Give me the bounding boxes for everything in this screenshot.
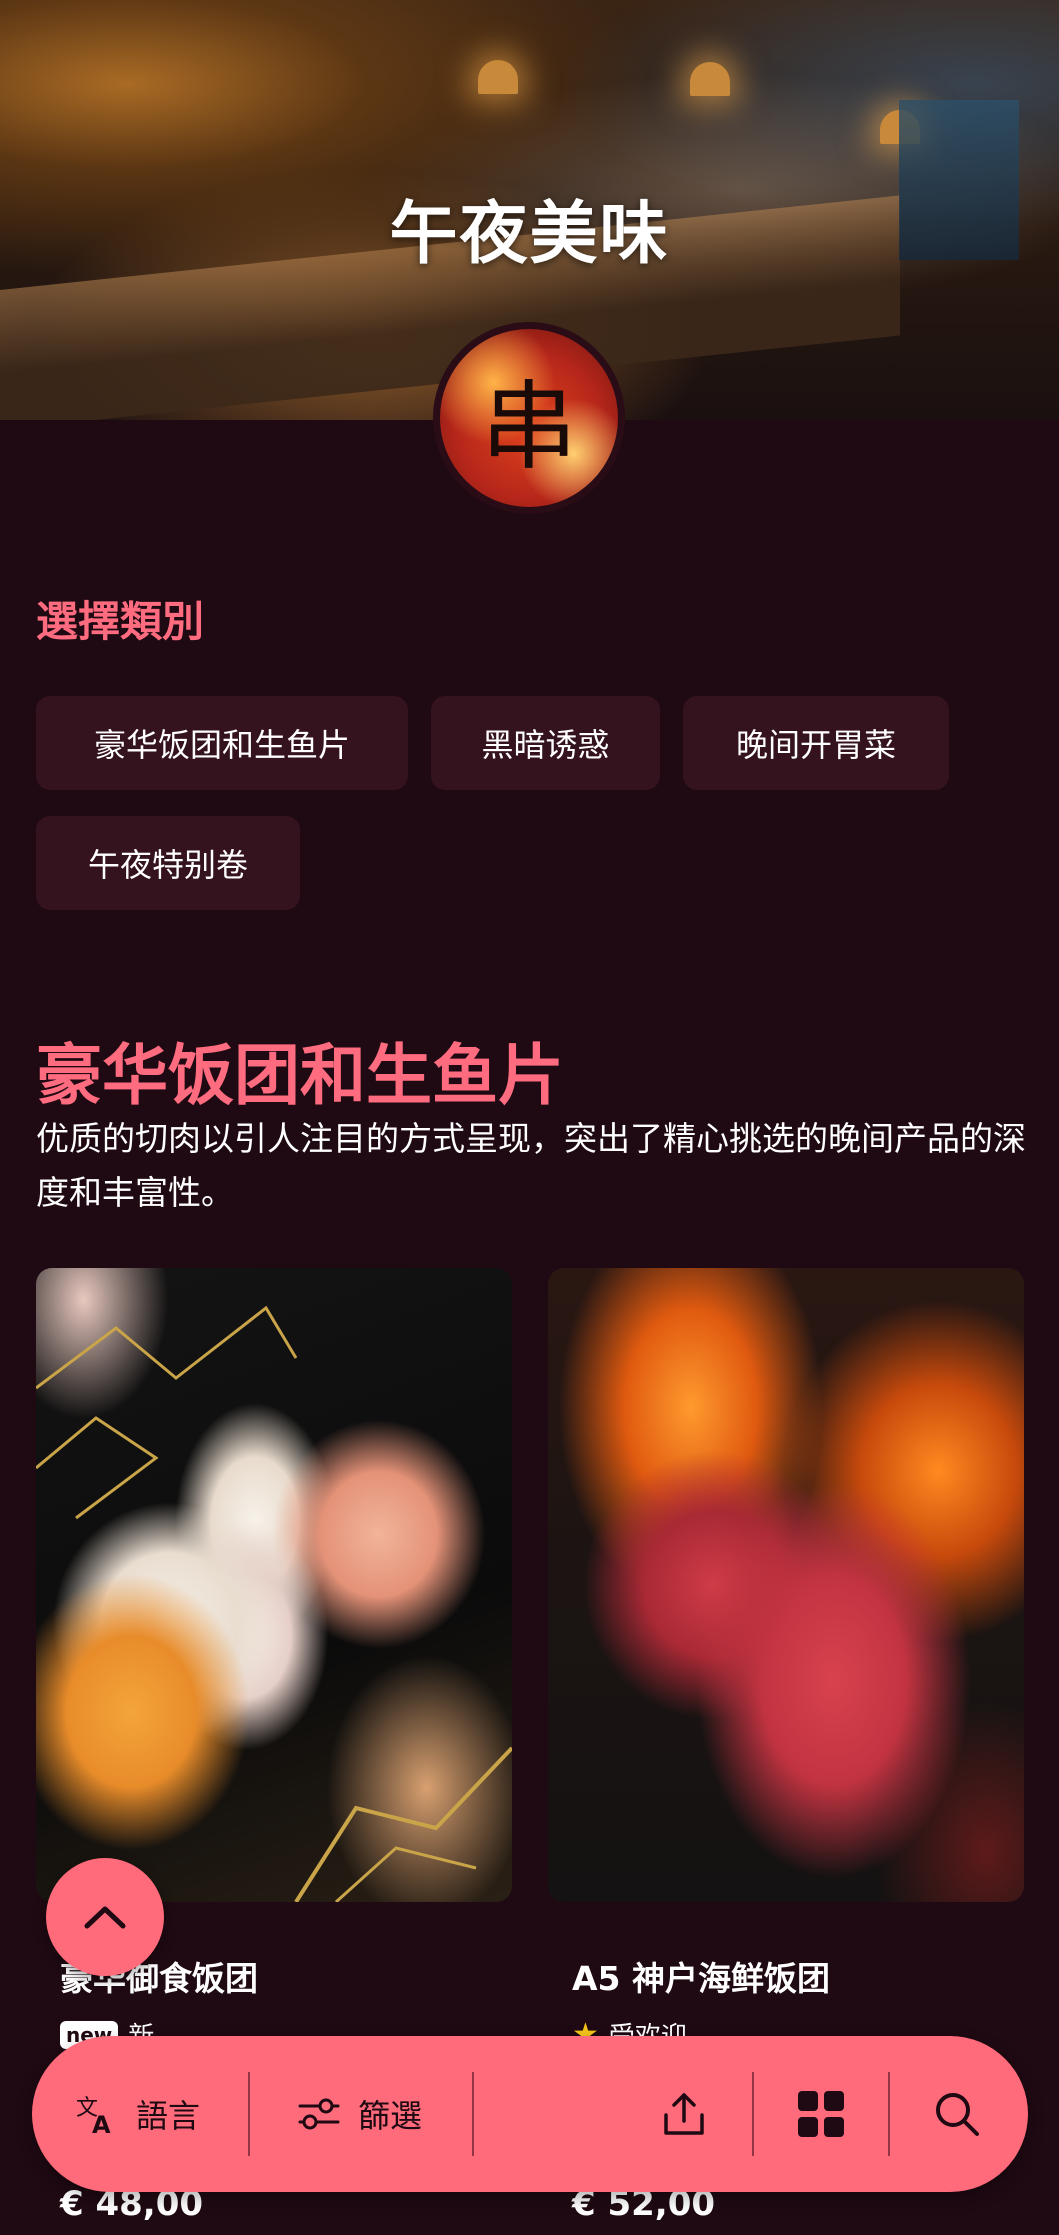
bottom-toolbar: 文 A 語言 篩選 xyxy=(32,2036,1028,2192)
hero-lamp xyxy=(690,62,730,96)
logo-glyph: 串 xyxy=(440,329,618,507)
filter-button[interactable]: 篩選 xyxy=(296,2036,422,2192)
toolbar-divider xyxy=(888,2072,890,2156)
product-name[interactable]: A5 神户海鲜饭团 xyxy=(572,1952,830,2000)
language-button[interactable]: 文 A 語言 xyxy=(74,2036,200,2192)
section-description: 优质的切肉以引人注目的方式呈现，突出了精心挑选的晚间产品的深度和丰富性。 xyxy=(36,1119,1026,1212)
share-button[interactable] xyxy=(660,2036,708,2192)
grid-view-button[interactable] xyxy=(796,2036,846,2192)
category-heading: 選擇類別 xyxy=(36,597,205,646)
share-icon xyxy=(664,2093,704,2135)
filter-label: 篩選 xyxy=(358,2097,423,2135)
toolbar-divider xyxy=(248,2072,250,2156)
translate-icon: 文 A xyxy=(76,2096,111,2137)
category-chip[interactable]: 午夜特别卷 xyxy=(36,816,300,910)
search-icon xyxy=(936,2093,979,2136)
category-chip[interactable]: 豪华饭团和生鱼片 xyxy=(36,696,408,790)
language-label: 語言 xyxy=(136,2097,201,2135)
toolbar-divider xyxy=(752,2072,754,2156)
product-image-sushi[interactable] xyxy=(36,1268,512,1902)
category-chip[interactable]: 黑暗诱惑 xyxy=(431,696,660,790)
product-image-beef[interactable] xyxy=(548,1268,1024,1902)
gold-decoration xyxy=(36,1305,512,1902)
search-button[interactable] xyxy=(932,2036,982,2192)
toolbar-divider xyxy=(472,2072,474,2156)
grid-icon xyxy=(798,2091,844,2137)
filter-icon xyxy=(298,2098,340,2130)
restaurant-title: 午夜美味 xyxy=(389,195,670,274)
scroll-to-top-button[interactable] xyxy=(46,1858,164,1976)
category-chip[interactable]: 晚间开胃菜 xyxy=(683,696,949,790)
chevron-up-icon xyxy=(84,1906,126,1929)
hero-lamp xyxy=(478,60,518,94)
restaurant-logo: 串 xyxy=(433,322,625,514)
svg-text:A: A xyxy=(92,2111,111,2137)
section-title: 豪华饭团和生鱼片 xyxy=(36,1037,564,1114)
